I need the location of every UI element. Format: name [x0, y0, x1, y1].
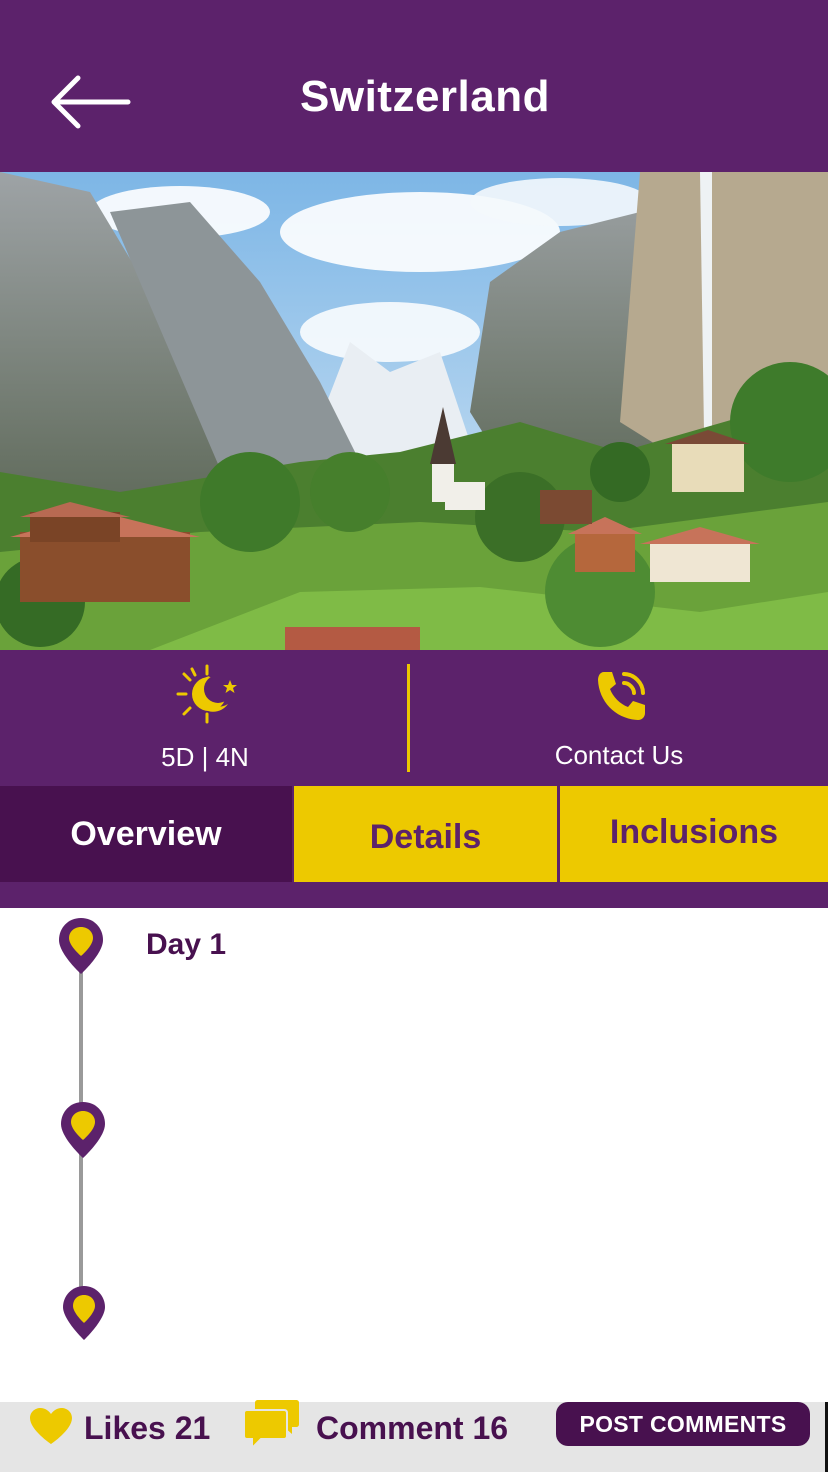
- duration-label: 5D | 4N: [161, 742, 249, 772]
- tab-bar: Overview Details Inclusions: [0, 786, 828, 882]
- comments-count[interactable]: Comment 16: [316, 1410, 508, 1447]
- phone-ringing-icon: [598, 672, 645, 720]
- sun-moon-icon: [176, 664, 237, 724]
- comment-bubbles-icon[interactable]: [244, 1398, 300, 1452]
- tab-underline-strip: [0, 882, 828, 908]
- duration-info: 5D | 4N: [0, 650, 410, 786]
- map-pin-icon: [59, 918, 103, 974]
- tab-details[interactable]: Details: [294, 786, 557, 882]
- heart-icon[interactable]: [28, 1406, 74, 1446]
- likes-count[interactable]: Likes 21: [84, 1410, 210, 1447]
- day-label[interactable]: Day 1: [146, 928, 226, 962]
- map-pin-icon: [63, 1286, 105, 1340]
- hero-image: [0, 172, 828, 650]
- page-title: Switzerland: [300, 72, 550, 121]
- contact-us-label: Contact Us: [554, 740, 684, 770]
- app-header: Switzerland: [0, 0, 828, 172]
- tab-overview[interactable]: Overview: [0, 786, 292, 882]
- map-pin-icon: [61, 1102, 105, 1158]
- info-divider: [407, 664, 410, 772]
- contact-us-button[interactable]: Contact Us: [410, 650, 828, 786]
- trip-info-bar: 5D | 4N Contact Us: [0, 650, 828, 786]
- post-comments-button[interactable]: POST COMMENTS: [556, 1402, 810, 1446]
- itinerary-timeline: Day 1: [0, 908, 828, 1402]
- tab-inclusions[interactable]: Inclusions: [560, 786, 828, 882]
